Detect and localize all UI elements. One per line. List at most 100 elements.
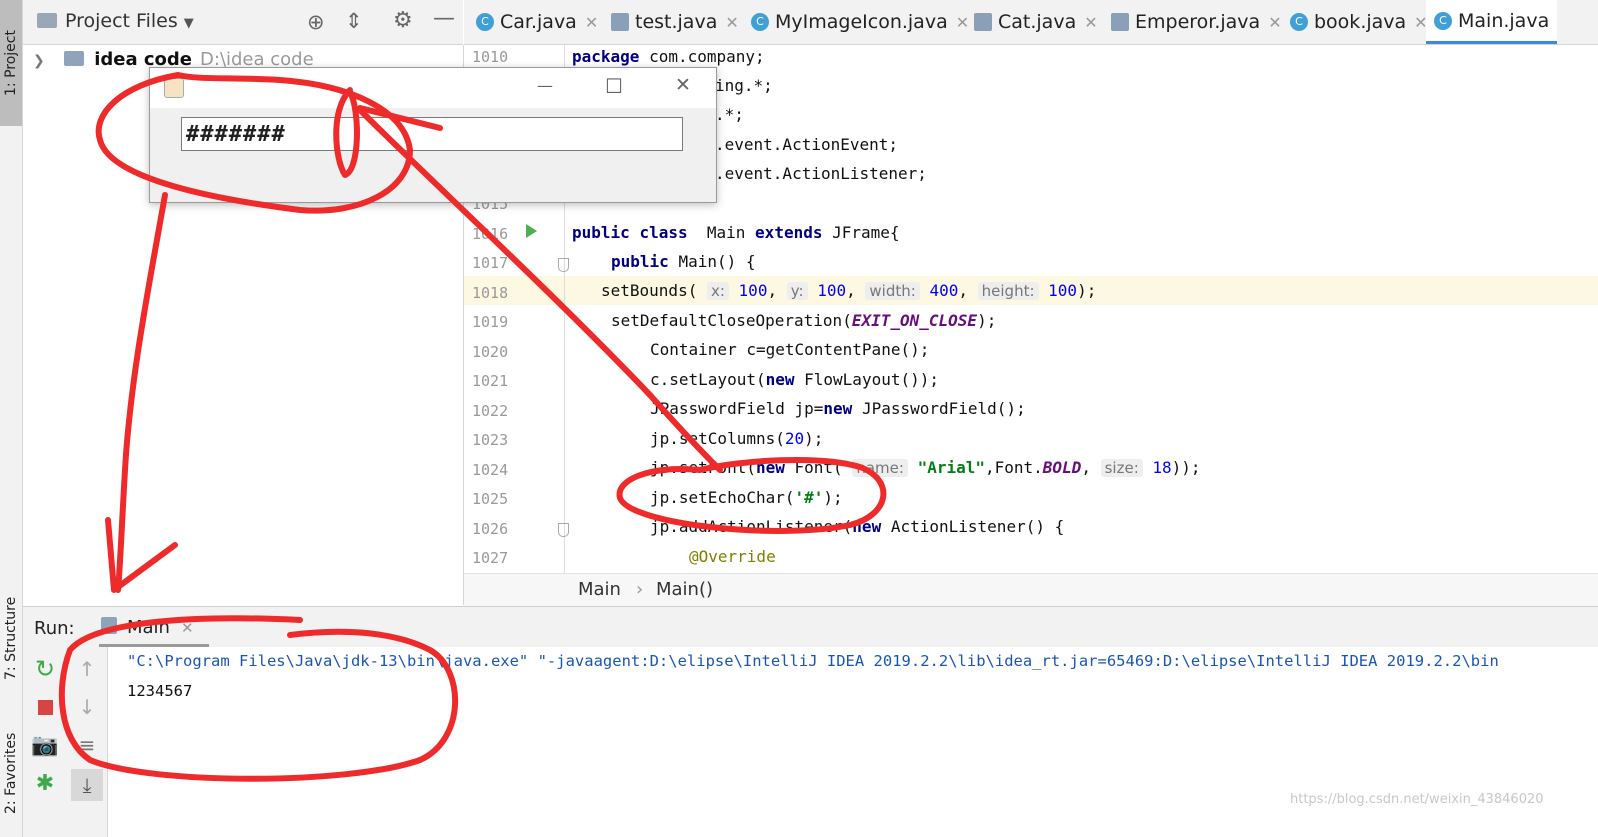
line-number: 1024 xyxy=(472,461,509,479)
breadcrumb-separator: › xyxy=(636,579,644,600)
code-line-import-3: .event.ActionEvent; xyxy=(715,135,899,154)
breadcrumb-method[interactable]: Main() xyxy=(656,579,713,600)
stop-icon[interactable] xyxy=(31,693,59,721)
window-titlebar[interactable]: — ☐ ✕ xyxy=(150,68,716,108)
structure-tool-tab-label: 7: Structure xyxy=(3,596,19,680)
code-line-import-4: .event.ActionListener; xyxy=(715,164,927,183)
soft-wrap-icon[interactable]: ≡ xyxy=(73,731,101,759)
line-number: 1027 xyxy=(472,549,509,567)
tab-main-java[interactable]: C Main.java xyxy=(1426,0,1558,44)
line-number: 1025 xyxy=(472,490,509,508)
tab-label: Main.java xyxy=(1458,9,1550,32)
watermark: https://blog.csdn.net/weixin_43846020 xyxy=(1290,792,1544,807)
tab-label: Cat.java xyxy=(998,11,1077,33)
rerun-icon[interactable]: ↻ xyxy=(31,655,59,683)
close-icon[interactable]: ✕ xyxy=(181,619,194,637)
run-tab-label: Main xyxy=(127,617,170,638)
password-field[interactable]: ####### xyxy=(181,117,683,151)
line-number: 1022 xyxy=(472,402,509,420)
run-gutter-icon[interactable] xyxy=(526,224,537,238)
breadcrumb: Main › Main() xyxy=(464,573,1598,606)
project-view-selector[interactable]: Project Files ▼ xyxy=(65,10,194,32)
tab-label: Car.java xyxy=(500,11,577,33)
line-number: 1021 xyxy=(472,372,509,390)
tab-test-java[interactable]: test.java ✕ xyxy=(611,0,739,44)
class-icon: C xyxy=(476,13,494,31)
close-window-button[interactable]: ✕ xyxy=(675,74,691,96)
line-number: 1020 xyxy=(472,343,509,361)
line-number: 1010 xyxy=(472,48,509,66)
code-line-1018: setBounds( x: 100, y: 100, width: 400, h… xyxy=(601,281,1097,300)
tab-emperor-java[interactable]: Emperor.java ✕ xyxy=(1111,0,1282,44)
maximize-button[interactable]: ☐ xyxy=(605,74,623,98)
console-line-output: 1234567 xyxy=(127,682,193,700)
tab-book-java[interactable]: Cbook.java ✕ xyxy=(1290,0,1428,44)
tab-label: test.java xyxy=(635,11,718,33)
class-icon: C xyxy=(1290,13,1308,31)
code-line-1017: public Main() { xyxy=(611,252,756,271)
line-number: 1018 xyxy=(472,284,509,302)
tab-label: MyImageIcon.java xyxy=(775,11,948,33)
code-line-1024: jp.setFont(new Font( name: "Arial",Font.… xyxy=(650,458,1201,477)
java-cup-icon xyxy=(164,78,184,98)
module-folder-icon xyxy=(64,51,85,66)
code-line-1019: setDefaultCloseOperation(EXIT_ON_CLOSE); xyxy=(611,311,997,330)
tab-car-java[interactable]: C Car.java ✕ xyxy=(476,0,598,44)
favorites-tool-tab[interactable]: 2: Favorites xyxy=(0,718,22,828)
file-icon xyxy=(1111,13,1129,31)
chevron-right-icon[interactable]: ❯ xyxy=(33,53,45,69)
project-panel-header: Project Files ▼ ⊕ ⇕ ⚙ — xyxy=(23,0,463,45)
minimize-button[interactable]: — xyxy=(537,76,553,95)
tab-label: Emperor.java xyxy=(1135,11,1261,33)
arrow-up-icon[interactable]: ↑ xyxy=(73,655,101,683)
scroll-to-end-icon[interactable]: ⤓ xyxy=(71,769,103,801)
hide-panel-icon[interactable]: — xyxy=(433,6,455,31)
close-icon[interactable]: ✕ xyxy=(725,13,738,32)
close-icon[interactable]: ✕ xyxy=(1084,13,1097,32)
file-icon xyxy=(611,13,629,31)
locate-target-icon[interactable]: ⊕ xyxy=(307,10,325,34)
line-number: 1016 xyxy=(472,225,509,243)
line-number: 1019 xyxy=(472,313,509,331)
line-number: 1026 xyxy=(472,520,509,538)
gear-icon[interactable]: ⚙ xyxy=(393,8,413,33)
code-line-1022: JPasswordField jp=new JPasswordField(); xyxy=(650,399,1026,418)
code-line-1020: Container c=getContentPane(); xyxy=(650,340,930,359)
run-label: Run: xyxy=(34,618,75,639)
code-line-1023: jp.setColumns(20); xyxy=(650,429,824,448)
class-icon: C xyxy=(1434,11,1452,30)
code-line-1026: jp.addActionListener(new ActionListener(… xyxy=(650,517,1065,536)
file-icon xyxy=(974,13,992,31)
structure-tool-tab[interactable]: 7: Structure xyxy=(0,578,22,698)
code-line-1016: public class Main extends JFrame{ xyxy=(572,223,900,242)
camera-icon[interactable]: 📷 xyxy=(31,731,59,759)
run-toolbar: ↻ 📷 ✱ ↑ ↓ ≡ ⤓ xyxy=(23,647,108,837)
code-line-import-1: ing.*; xyxy=(715,76,773,95)
tab-label: book.java xyxy=(1314,11,1407,33)
code-editor[interactable]: package com.company; ing.*; .*; .event.A… xyxy=(565,45,1598,573)
project-tool-tab-label: 1: Project xyxy=(3,30,19,96)
code-line-1010: package com.company; xyxy=(572,47,765,66)
close-icon[interactable]: ✕ xyxy=(1268,13,1281,32)
line-number: 1017 xyxy=(472,254,509,272)
line-number: 1023 xyxy=(472,431,509,449)
debug-icon[interactable]: ✱ xyxy=(31,769,59,797)
tab-myimageicon-java[interactable]: C MyImageIcon.java ✕ xyxy=(751,0,969,44)
breadcrumb-class[interactable]: Main xyxy=(578,579,621,600)
jframe-window: — ☐ ✕ ####### xyxy=(149,67,717,203)
project-tool-tab[interactable]: 1: Project xyxy=(0,0,22,126)
folder-icon xyxy=(37,13,57,28)
arrow-down-icon[interactable]: ↓ xyxy=(73,693,101,721)
run-config-icon xyxy=(101,617,117,634)
class-icon: C xyxy=(751,13,769,31)
tab-cat-java[interactable]: Cat.java ✕ xyxy=(974,0,1098,44)
chevron-down-icon: ▼ xyxy=(183,16,194,31)
run-tab-main[interactable]: Main ✕ xyxy=(99,607,209,647)
password-echo-text: ####### xyxy=(186,122,286,147)
collapse-all-icon[interactable]: ⇕ xyxy=(345,9,363,33)
close-icon[interactable]: ✕ xyxy=(585,13,598,32)
close-icon[interactable]: ✕ xyxy=(956,13,969,32)
console-output[interactable]: "C:\Program Files\Java\jdk-13\bin\java.e… xyxy=(108,647,1598,837)
code-line-1027: @Override xyxy=(689,547,776,566)
project-view-label: Project Files xyxy=(65,10,178,32)
